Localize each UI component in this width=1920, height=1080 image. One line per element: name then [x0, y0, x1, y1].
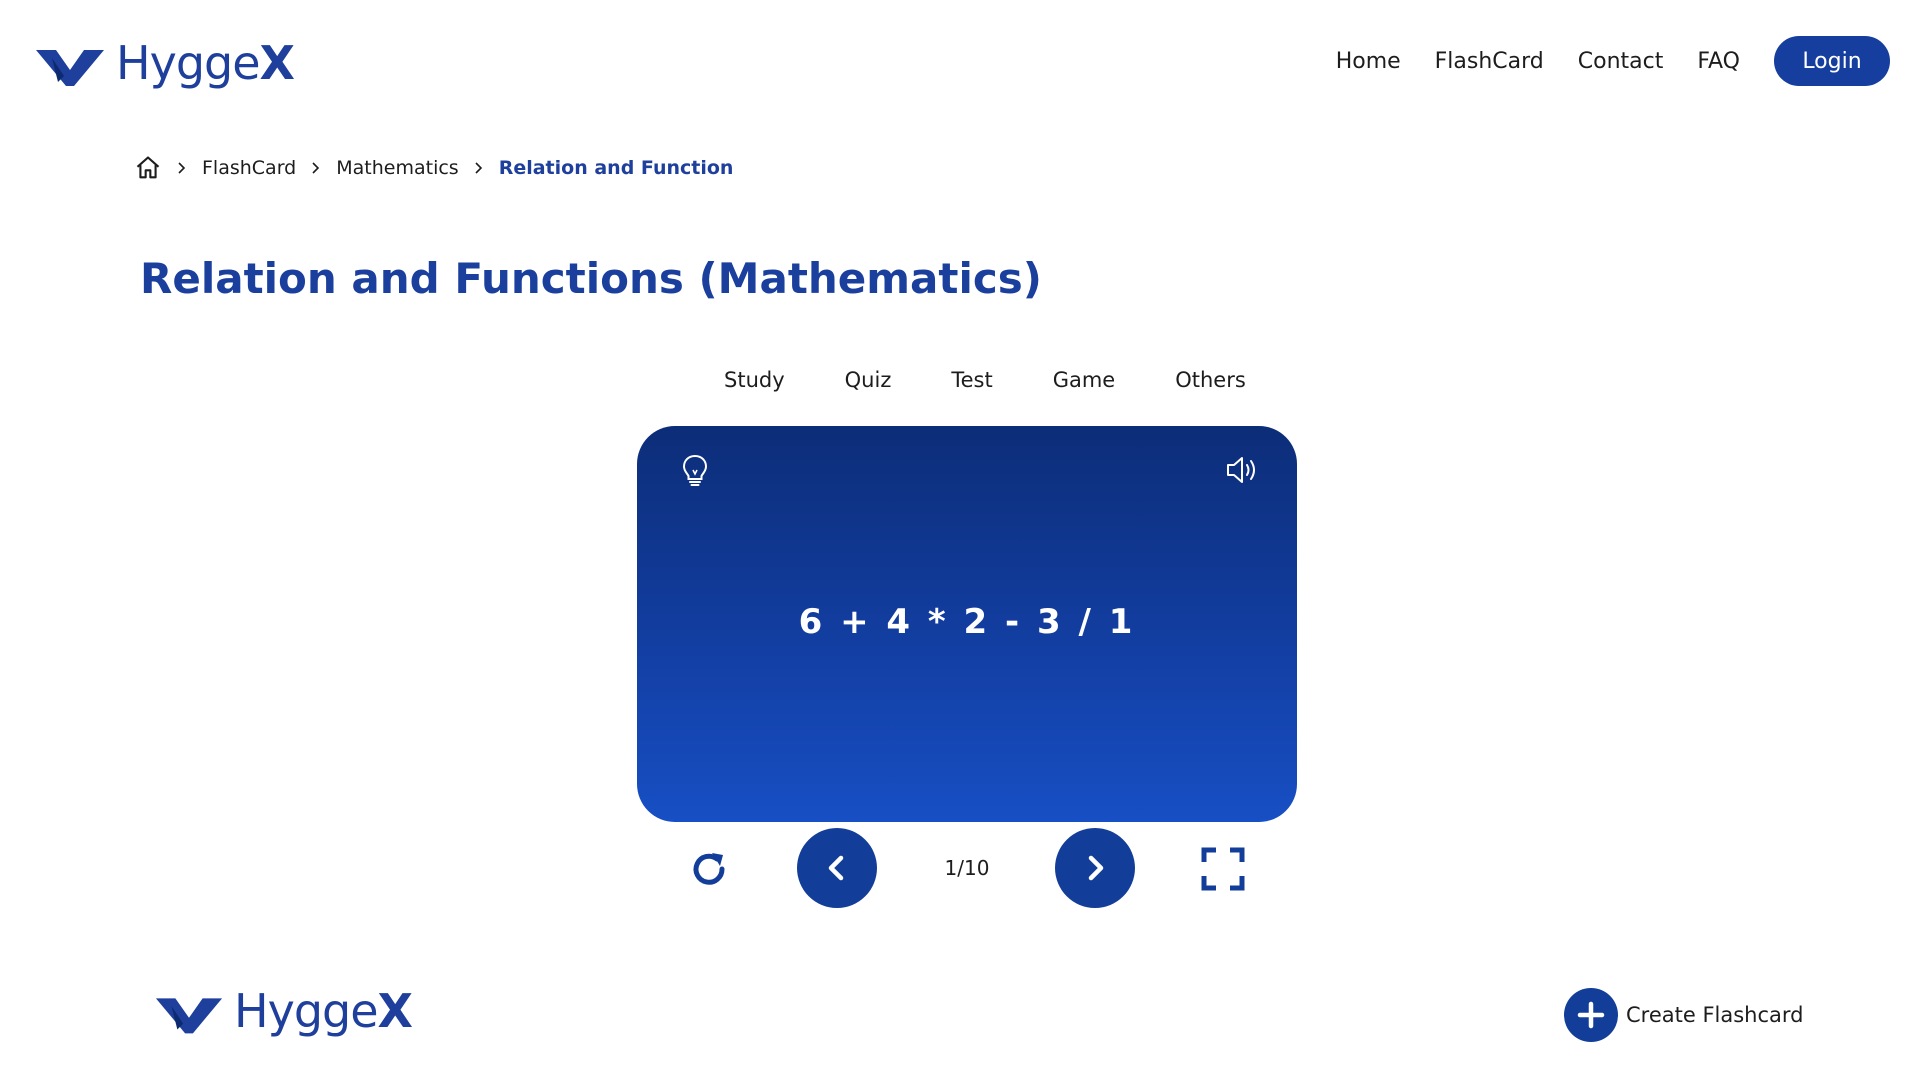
- chevron-right-icon: [312, 162, 320, 174]
- login-button[interactable]: Login: [1774, 36, 1890, 86]
- breadcrumb-flashcard[interactable]: FlashCard: [202, 157, 296, 179]
- chevron-right-icon: [475, 162, 482, 174]
- top-nav: Home FlashCard Contact FAQ Login: [1336, 36, 1890, 86]
- fullscreen-icon[interactable]: [1200, 846, 1246, 892]
- speaker-icon[interactable]: [1221, 450, 1261, 490]
- nav-flashcard[interactable]: FlashCard: [1435, 49, 1544, 74]
- tab-quiz[interactable]: Quiz: [845, 368, 892, 392]
- create-flashcard-label: Create Flashcard: [1626, 1003, 1804, 1027]
- brand-name: HyggeX: [116, 36, 295, 90]
- create-flashcard-button[interactable]: Create Flashcard: [1564, 988, 1804, 1042]
- refresh-icon[interactable]: [686, 846, 732, 892]
- tab-game[interactable]: Game: [1053, 368, 1116, 392]
- mode-tabs: Study Quiz Test Game Others: [724, 368, 1246, 392]
- nav-faq[interactable]: FAQ: [1697, 49, 1740, 74]
- flashcard-controls: 1/10: [0, 826, 1920, 910]
- hyggex-logo-mark: [155, 998, 223, 1034]
- previous-card-button[interactable]: [797, 828, 877, 908]
- brand-name: HyggeX: [234, 984, 413, 1038]
- nav-contact[interactable]: Contact: [1578, 49, 1664, 74]
- tab-study[interactable]: Study: [724, 368, 785, 392]
- footer-logo[interactable]: HyggeX: [154, 984, 413, 1038]
- page: HyggeX Home FlashCard Contact FAQ Login …: [0, 0, 1920, 1080]
- flashcard[interactable]: 6 + 4 * 2 - 3 / 1: [637, 426, 1297, 822]
- chevron-left-icon: [828, 855, 844, 881]
- header-logo[interactable]: HyggeX: [34, 36, 295, 90]
- hyggex-logo-mark: [36, 50, 104, 86]
- next-card-button[interactable]: [1055, 828, 1135, 908]
- breadcrumb-mathematics[interactable]: Mathematics: [336, 157, 458, 179]
- breadcrumb-current: Relation and Function: [498, 157, 734, 179]
- home-icon[interactable]: [134, 154, 162, 182]
- plus-icon: [1564, 988, 1618, 1042]
- nav-home[interactable]: Home: [1336, 49, 1401, 74]
- tab-test[interactable]: Test: [951, 368, 992, 392]
- page-title: Relation and Functions (Mathematics): [140, 254, 1042, 303]
- breadcrumb: FlashCard Mathematics Relation and Funct…: [134, 154, 733, 182]
- flashcard-text: 6 + 4 * 2 - 3 / 1: [798, 602, 1136, 642]
- chevron-right-icon: [178, 162, 186, 174]
- card-counter: 1/10: [944, 856, 990, 880]
- lightbulb-icon[interactable]: [675, 450, 715, 490]
- chevron-right-icon: [1088, 855, 1104, 881]
- tab-others[interactable]: Others: [1175, 368, 1246, 392]
